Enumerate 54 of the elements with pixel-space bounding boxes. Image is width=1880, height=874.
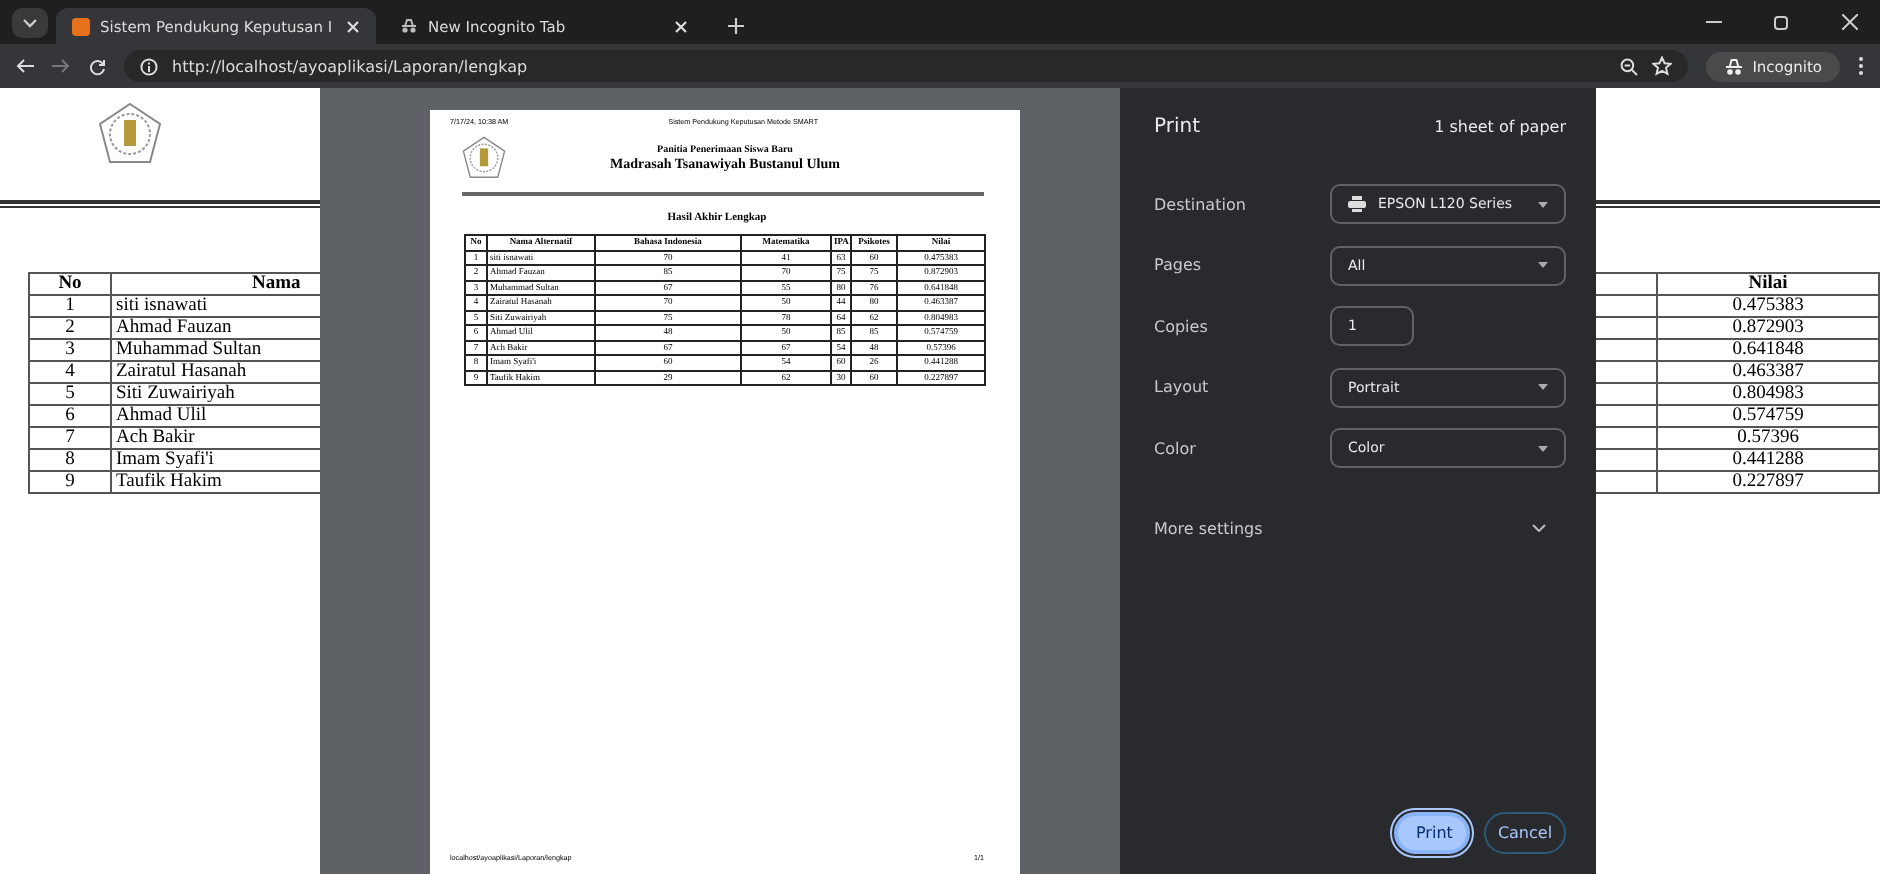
table-cell: 6 [29, 405, 111, 427]
tab-list-icon[interactable] [12, 8, 48, 38]
table-cell: 0.57396 [1657, 427, 1879, 449]
restore-icon[interactable] [1774, 14, 1790, 30]
dialog-title: Print [1154, 116, 1201, 138]
back-icon[interactable] [16, 58, 34, 74]
table-cell: 2 [29, 317, 111, 339]
zoom-icon[interactable] [1620, 57, 1639, 75]
dialog-button[interactable]: Print [1394, 812, 1470, 854]
setting-label: Destination [1154, 195, 1248, 214]
table-cell: 9 [29, 471, 111, 493]
school-logo [98, 102, 162, 166]
table-cell: 7 [29, 427, 111, 449]
sheet-count: 1 sheet of paper [1434, 118, 1566, 136]
table-cell: 0.574759 [1657, 405, 1879, 427]
table-cell: 0.641848 [1657, 339, 1879, 361]
caret-icon [1538, 262, 1548, 269]
column-header: Nilai [1657, 273, 1879, 295]
address-bar[interactable]: http://localhost/ayoaplikasi/Laporan/lengkap [124, 50, 1689, 82]
table-cell: 0.227897 [1657, 471, 1879, 493]
table-cell: 3 [29, 339, 111, 361]
caret-icon [1538, 445, 1548, 452]
printer-icon [1348, 196, 1366, 213]
setting-label: Pages [1154, 256, 1204, 275]
setting-label: Copies [1154, 317, 1210, 336]
incognito-icon [400, 18, 418, 34]
table-cell: 1 [29, 295, 111, 317]
table-cell: 0.463387 [1657, 361, 1879, 383]
column-header: No [29, 273, 111, 295]
menu-icon[interactable] [1858, 56, 1864, 76]
table-cell: 0.804983 [1657, 383, 1879, 405]
more-settings-toggle[interactable]: More settings [1154, 519, 1566, 537]
forward-icon[interactable] [52, 58, 70, 74]
site-favicon-icon [72, 17, 90, 35]
reload-icon[interactable] [88, 57, 106, 75]
chevron-down-icon [1532, 524, 1546, 532]
dialog-button[interactable]: Cancel [1484, 812, 1566, 854]
caret-icon [1538, 384, 1548, 391]
table-cell: 4 [29, 361, 111, 383]
table-cell: 0.872903 [1657, 317, 1879, 339]
table-cell: 0.475383 [1657, 295, 1879, 317]
setting-label: Layout [1154, 378, 1211, 397]
table-cell: 5 [29, 383, 111, 405]
site-info-icon[interactable] [140, 57, 158, 75]
close-icon[interactable] [1842, 14, 1858, 30]
table-cell: 8 [29, 449, 111, 471]
incognito-icon [1724, 57, 1745, 75]
table-cell: 0.441288 [1657, 449, 1879, 471]
school-logo [462, 136, 506, 180]
caret-icon [1538, 201, 1548, 208]
bookmark-star-icon[interactable] [1652, 56, 1673, 76]
new-tab-icon[interactable] [728, 18, 744, 34]
close-tab-icon[interactable] [674, 19, 688, 33]
close-tab-icon[interactable] [346, 19, 360, 33]
